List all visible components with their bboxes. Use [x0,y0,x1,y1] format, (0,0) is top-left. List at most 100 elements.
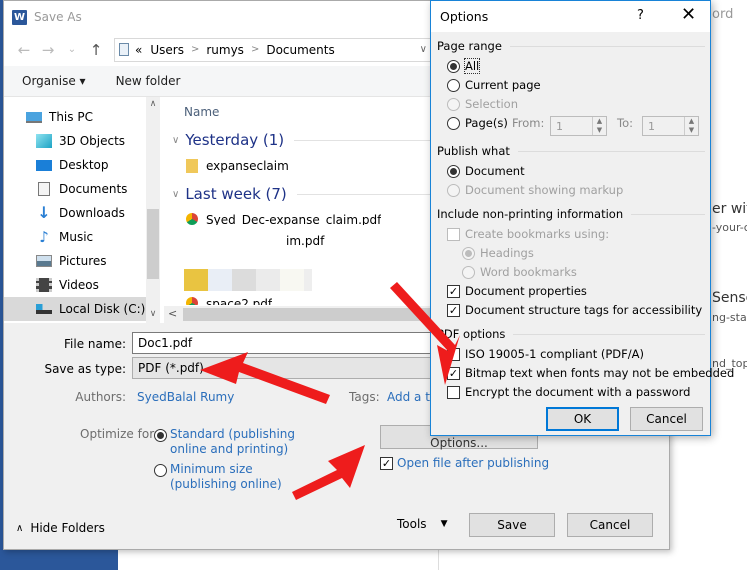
file-name-label: File name: [64,337,126,351]
page-range-all-radio[interactable]: All [447,58,481,74]
save-as-type-label: Save as type: [44,362,126,376]
group-label: Yesterday (1) [185,131,285,149]
to-value[interactable]: 1 [648,120,655,133]
sidebar-item-videos[interactable]: Videos [4,273,146,297]
publish-markup-radio: Document showing markup [447,183,623,197]
iso-compliant-checkbox[interactable]: ISO 19005-1 compliant (PDF/A) [447,347,644,361]
bitmap-text-checkbox[interactable]: ✓ Bitmap text when fonts may not be embed… [447,366,734,380]
address-bar[interactable]: « Users > rumys > Documents ∨ [114,37,434,62]
save-button[interactable]: Save [469,513,555,537]
close-icon[interactable]: ✕ [681,4,696,25]
sidebar-item-3d-objects[interactable]: 3D Objects [4,129,146,153]
option-label: online and printing) [170,442,289,456]
sidebar-item-music[interactable]: ♪ Music [4,225,146,249]
optimize-for-label: Optimize for: [80,427,158,441]
page-range-current-radio[interactable]: Current page [447,78,541,92]
breadcrumb-documents[interactable]: Documents [266,43,334,57]
authors-value[interactable]: SyedBalal Rumy [137,390,234,404]
forward-button[interactable]: → [36,41,60,59]
downloads-icon: ↓ [37,203,51,222]
list-item[interactable]: expanseclaim [186,159,289,173]
breadcrumb-rumys[interactable]: rumys [206,43,244,57]
recent-locations-button[interactable]: ⌄ [60,44,84,55]
scroll-down-icon[interactable]: ∨ [146,309,160,319]
spinner-arrows-icon[interactable]: ▲ ▼ [684,117,698,135]
checkbox-empty-icon[interactable] [447,347,460,361]
help-icon[interactable]: ? [637,8,644,23]
checkmark-icon[interactable]: ✓ [380,456,393,470]
videos-icon [36,278,52,292]
scroll-up-icon[interactable]: ∧ [146,99,160,109]
open-after-publishing-checkbox[interactable]: ✓ Open file after publishing [380,456,549,470]
cancel-button[interactable]: Cancel [567,513,653,537]
sidebar-item-downloads[interactable]: ↓ Downloads [4,201,146,225]
options-title: Options [440,9,489,24]
sidebar-item-this-pc[interactable]: This PC [4,105,146,129]
checkbox-empty-icon[interactable] [447,385,460,399]
publish-document-radio[interactable]: Document [447,164,525,178]
column-header-name[interactable]: Name [184,105,219,119]
scroll-left-icon[interactable]: < [168,307,177,320]
radio-label: Page(s) [465,116,508,130]
from-spinner[interactable]: 1 ▲ ▼ [550,116,607,136]
checkmark-icon[interactable]: ✓ [447,303,460,317]
scrollbar-thumb[interactable] [147,209,159,279]
checkmark-icon[interactable]: ✓ [447,366,460,380]
page-range-pages-radio[interactable]: Page(s) [447,116,508,130]
new-folder-button[interactable]: New folder [116,74,181,88]
tags-input[interactable]: Add a tag [387,390,431,404]
horizontal-scrollbar[interactable]: < [164,306,434,323]
music-icon: ♪ [39,228,49,246]
to-spinner[interactable]: 1 ▲ ▼ [642,116,699,136]
navigation-pane: This PC 3D Objects Desktop Documents ↓ D… [4,97,160,323]
optimize-standard-radio[interactable]: Standard (publishing online and printing) [154,427,295,457]
up-button[interactable]: ↑ [84,41,108,59]
options-cancel-button[interactable]: Cancel [630,407,703,431]
list-item[interactable]: im.pdf [286,234,324,248]
back-button[interactable]: ← [12,41,36,59]
group-header-last-week[interactable]: ∨ Last week (7) [172,185,442,203]
hide-folders-label: Hide Folders [30,521,105,535]
radio-unselected-icon[interactable] [447,116,460,130]
sidebar-item-label: Music [59,230,94,244]
tools-menu[interactable]: Tools ▼ [397,517,447,531]
dialog-title: Save As [34,10,82,24]
list-item[interactable]: Syed_Dec-expanse_claim.pdf [186,213,381,225]
chrome-pdf-icon [186,213,198,225]
encrypt-checkbox[interactable]: Encrypt the document with a password [447,385,690,399]
radio-label: Word bookmarks [480,265,577,279]
sidebar-item-documents[interactable]: Documents [4,177,146,201]
radio-selected-icon[interactable] [447,164,460,178]
radio-selected-icon[interactable] [154,429,167,442]
checkmark-icon[interactable]: ✓ [447,284,460,298]
sidebar-item-local-disk[interactable]: Local Disk (C:) [4,297,146,321]
sidebar-item-pictures[interactable]: Pictures [4,249,146,273]
from-value[interactable]: 1 [556,120,563,133]
hide-folders-button[interactable]: ∧ Hide Folders [16,521,105,535]
optimize-minimum-radio[interactable]: Minimum size (publishing online) [154,462,282,492]
chevron-right-icon[interactable]: > [251,44,259,55]
breadcrumb-users[interactable]: Users [150,43,184,57]
document-properties-checkbox[interactable]: ✓ Document properties [447,284,587,298]
radio-selected-icon[interactable] [447,59,460,73]
section-non-printing: Include non-printing information [437,207,705,221]
ok-button[interactable]: OK [546,407,619,431]
radio-unselected-icon[interactable] [447,78,460,92]
group-divider [296,193,442,195]
sidebar-item-desktop[interactable]: Desktop [4,153,146,177]
desktop-icon [36,159,52,171]
sidebar-scrollbar[interactable]: ∧ ∨ [146,97,160,323]
structure-tags-checkbox[interactable]: ✓ Document structure tags for accessibili… [447,303,702,317]
option-label: (publishing online) [170,477,282,491]
breadcrumb-prefix[interactable]: « [135,43,142,57]
save-as-type-value[interactable]: PDF (*.pdf) [138,361,204,375]
chevron-down-icon[interactable]: ∨ [420,44,427,55]
chevron-right-icon[interactable]: > [191,44,199,55]
group-header-yesterday[interactable]: ∨ Yesterday (1) [172,131,442,149]
organise-button[interactable]: Organise ▾ [22,74,86,88]
list-item[interactable]: space2.pdf [186,297,272,305]
spinner-arrows-icon[interactable]: ▲ ▼ [592,117,606,135]
radio-unselected-icon[interactable] [154,464,167,477]
file-name-value[interactable]: Doc1.pdf [138,336,192,350]
scrollbar-thumb[interactable] [183,308,433,321]
